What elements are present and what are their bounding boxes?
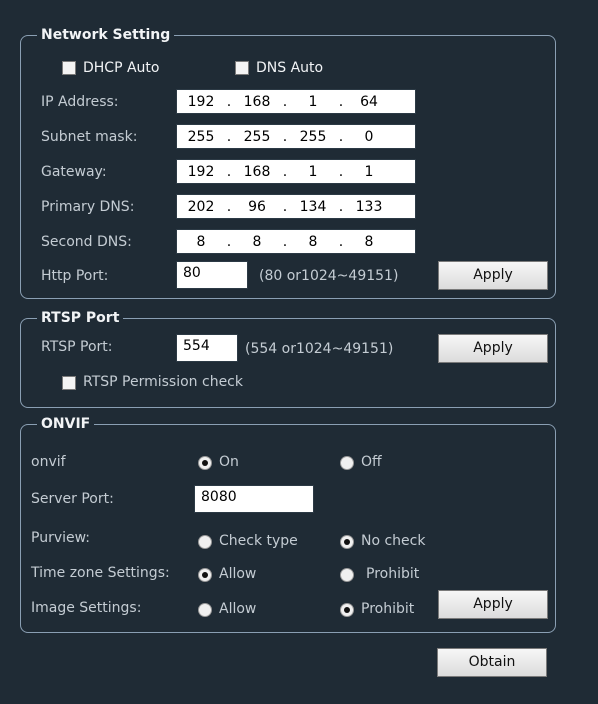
onvif-off-label: Off — [361, 454, 382, 470]
subnet-mask-label: Subnet mask: — [41, 129, 138, 145]
second-dns-octet-4: 8 — [364, 233, 374, 250]
ip-octet-3: 1 — [308, 93, 318, 110]
http-port-label: Http Port: — [41, 268, 109, 284]
subnet-octet-1: 255 — [187, 128, 215, 145]
ip-octet-1: 192 — [187, 93, 215, 110]
rtsp-port-label: RTSP Port: — [41, 339, 113, 355]
subnet-mask-field[interactable]: 255. 255. 255. 0 — [176, 124, 416, 149]
rtsp-port-group: RTSP Port RTSP Port: 554 (554 or1024~491… — [20, 310, 556, 408]
second-dns-field[interactable]: 8. 8. 8. 8 — [176, 229, 416, 254]
dns-auto-checkbox[interactable] — [235, 61, 249, 75]
image-prohibit-radio[interactable] — [340, 603, 354, 617]
purview-check-type-radio[interactable] — [198, 535, 212, 549]
ip-address-label: IP Address: — [41, 94, 119, 110]
purview-label: Purview: — [31, 530, 91, 546]
server-port-label: Server Port: — [31, 491, 114, 507]
gateway-label: Gateway: — [41, 164, 107, 180]
gateway-octet-2: 168 — [243, 163, 271, 180]
gateway-octet-3: 1 — [308, 163, 318, 180]
server-port-input[interactable]: 8080 — [194, 485, 314, 513]
second-dns-octet-3: 8 — [308, 233, 318, 250]
image-allow-radio[interactable] — [198, 603, 212, 617]
second-dns-octet-1: 8 — [196, 233, 206, 250]
primary-dns-octet-1: 202 — [187, 198, 215, 215]
subnet-octet-2: 255 — [243, 128, 271, 145]
timezone-prohibit-radio[interactable] — [340, 568, 354, 582]
network-setting-title: Network Setting — [37, 27, 175, 43]
timezone-allow-label: Allow — [219, 566, 257, 582]
primary-dns-field[interactable]: 202. 96. 134. 133 — [176, 194, 416, 219]
ip-octet-4: 64 — [360, 93, 378, 110]
dhcp-auto-checkbox[interactable] — [62, 61, 76, 75]
image-prohibit-label: Prohibit — [361, 601, 415, 617]
check-type-label: Check type — [219, 533, 298, 549]
network-apply-button[interactable]: Apply — [438, 261, 548, 290]
timezone-settings-label: Time zone Settings: — [31, 565, 170, 581]
onvif-label: onvif — [31, 454, 66, 470]
obtain-button[interactable]: Obtain — [437, 648, 547, 677]
purview-no-check-radio[interactable] — [340, 535, 354, 549]
onvif-group: ONVIF onvif On Off Server Port: 8080 Pur… — [20, 416, 556, 633]
http-port-input[interactable]: 80 — [176, 261, 248, 289]
onvif-on-radio[interactable] — [198, 456, 212, 470]
timezone-prohibit-label: Prohibit — [366, 566, 420, 582]
primary-dns-octet-4: 133 — [355, 198, 383, 215]
network-setting-group: Network Setting DHCP Auto DNS Auto IP Ad… — [20, 27, 556, 299]
gateway-octet-4: 1 — [364, 163, 374, 180]
primary-dns-octet-2: 96 — [248, 198, 266, 215]
image-settings-label: Image Settings: — [31, 600, 142, 616]
onvif-apply-button[interactable]: Apply — [438, 590, 548, 619]
rtsp-apply-button[interactable]: Apply — [438, 334, 548, 363]
primary-dns-octet-3: 134 — [299, 198, 327, 215]
rtsp-permission-checkbox[interactable] — [62, 376, 76, 390]
rtsp-port-hint: (554 or1024~49151) — [245, 341, 394, 357]
no-check-label: No check — [361, 533, 426, 549]
ip-address-field[interactable]: 192. 168. 1. 64 — [176, 89, 416, 114]
http-port-hint: (80 or1024~49151) — [259, 268, 399, 284]
onvif-on-label: On — [219, 454, 239, 470]
subnet-octet-4: 0 — [364, 128, 374, 145]
rtsp-port-title: RTSP Port — [37, 310, 124, 326]
rtsp-port-input[interactable]: 554 — [176, 334, 238, 362]
onvif-off-radio[interactable] — [340, 456, 354, 470]
dns-auto-label: DNS Auto — [256, 60, 324, 76]
gateway-field[interactable]: 192. 168. 1. 1 — [176, 159, 416, 184]
ip-octet-2: 168 — [243, 93, 271, 110]
gateway-octet-1: 192 — [187, 163, 215, 180]
second-dns-label: Second DNS: — [41, 234, 132, 250]
dhcp-auto-label: DHCP Auto — [83, 60, 160, 76]
second-dns-octet-2: 8 — [252, 233, 262, 250]
primary-dns-label: Primary DNS: — [41, 199, 135, 215]
onvif-title: ONVIF — [37, 416, 95, 432]
image-allow-label: Allow — [219, 601, 257, 617]
rtsp-permission-label: RTSP Permission check — [83, 374, 243, 390]
timezone-allow-radio[interactable] — [198, 568, 212, 582]
subnet-octet-3: 255 — [299, 128, 327, 145]
